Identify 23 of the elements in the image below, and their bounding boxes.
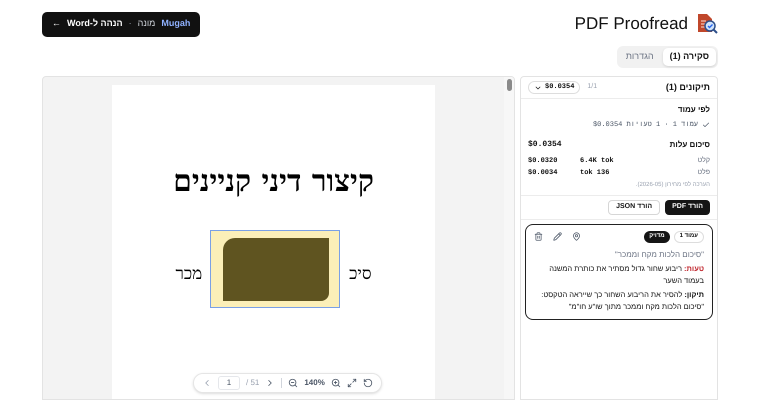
scrollbar[interactable]: [504, 77, 514, 399]
trash-icon[interactable]: [534, 232, 543, 241]
zoom-level: 140%: [304, 377, 325, 389]
page-title: קיצור דיני קניינים: [173, 163, 374, 201]
zoom-out-icon[interactable]: [288, 378, 298, 388]
section-heading: לפי עמוד: [676, 104, 710, 116]
panel-title: תיקונים (1): [666, 80, 710, 94]
zoom-in-icon[interactable]: [330, 378, 341, 388]
page-count: / 51: [246, 377, 260, 389]
page-input[interactable]: 1: [218, 376, 240, 390]
page-text: סיכ: [349, 263, 372, 286]
app-title: PDF Proofread: [574, 13, 688, 36]
page-text: מכר: [176, 263, 202, 286]
expand-icon[interactable]: [346, 378, 357, 388]
pencil-icon[interactable]: [553, 232, 562, 241]
document-magnifier-icon: [696, 12, 718, 36]
tab[interactable]: סקירה (1): [662, 48, 716, 66]
location-pin-icon[interactable]: [572, 232, 581, 241]
section-heading: סיכום עלות: [670, 138, 710, 150]
total-cost: $0.0354: [528, 138, 562, 150]
quoted-text: "סיכום הלכות מקח וממכר": [614, 248, 704, 260]
tab[interactable]: הגדרות: [618, 48, 661, 66]
rotate-icon[interactable]: [362, 378, 373, 388]
